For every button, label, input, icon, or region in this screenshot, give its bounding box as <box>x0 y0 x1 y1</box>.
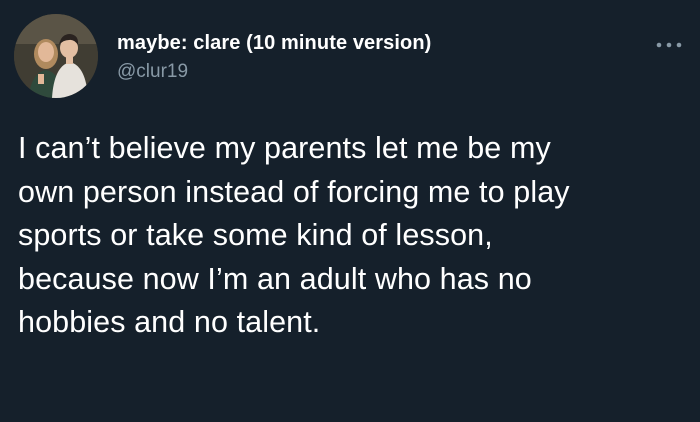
user-handle[interactable]: @clur19 <box>117 59 431 85</box>
tweet-text: I can’t believe my parents let me be my … <box>18 127 690 345</box>
tweet-card: maybe: clare (10 minute version) @clur19… <box>0 0 700 422</box>
tweet-text-line: because now I’m an adult who has no <box>18 261 532 296</box>
avatar[interactable] <box>14 14 98 98</box>
tweet-text-line: I can’t believe my parents let me be my <box>18 131 551 165</box>
tweet-header: maybe: clare (10 minute version) @clur19 <box>117 30 431 85</box>
more-options-button[interactable] <box>654 38 684 52</box>
tweet-text-line: sports or take some kind of lesson, <box>18 218 493 252</box>
more-icon <box>656 42 682 48</box>
display-name[interactable]: maybe: clare (10 minute version) <box>117 30 431 56</box>
tweet-text-line: own person instead of forcing me to play <box>18 174 570 209</box>
profile-photo-icon <box>14 14 98 98</box>
tweet-text-line: hobbies and no talent. <box>18 305 321 339</box>
